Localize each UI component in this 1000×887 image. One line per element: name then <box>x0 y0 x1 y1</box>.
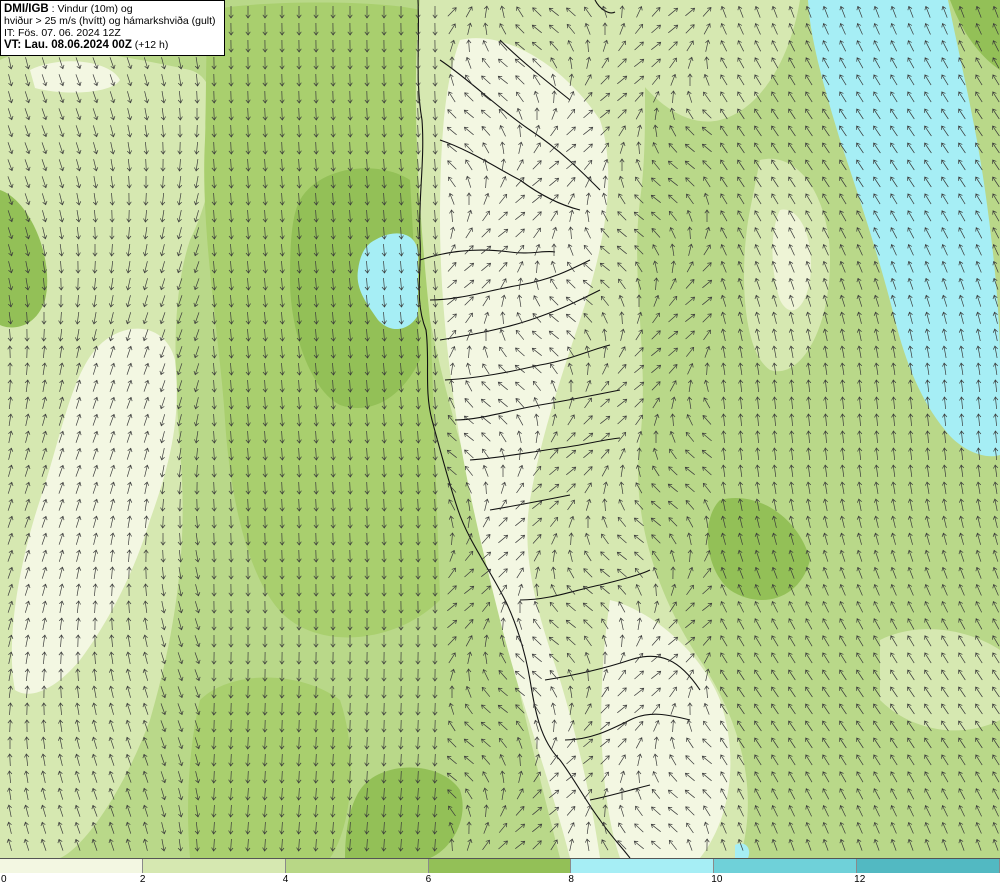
legend-swatch <box>714 859 858 874</box>
legend-tick-label: 8 <box>568 874 574 885</box>
title-text: : Vindur (10m) og <box>51 3 133 15</box>
legend-swatch <box>285 859 429 874</box>
legend-swatch <box>857 859 1000 874</box>
subtitle-line: hviður > 25 m/s (hvítt) og hámarkshviða … <box>4 15 216 27</box>
valid-time-line: VT: Lau. 08.06.2024 00Z (+12 h) <box>4 39 221 51</box>
legend-tick-label: 4 <box>282 874 289 885</box>
legend-tick-label: 2 <box>139 874 146 885</box>
legend-swatch <box>571 859 715 874</box>
title-line: DMI/IGB : Vindur (10m) og <box>4 3 221 15</box>
legend-tick-label: 12 <box>854 874 866 885</box>
wind-zone-fresh-southwest <box>188 677 351 858</box>
legend-swatch <box>0 859 143 874</box>
legend-tick-label: 10 <box>711 874 723 885</box>
valid-offset: (+12 h) <box>134 39 169 51</box>
map-info-box: DMI/IGB : Vindur (10m) og hviður > 25 m/… <box>0 0 225 56</box>
valid-time: VT: Lau. 08.06.2024 00Z <box>4 39 132 51</box>
legend-tick-labels: 0 2 4 6 8 10 12 <box>0 873 1000 887</box>
legend-swatch <box>142 859 286 874</box>
source-label: DMI/IGB <box>4 3 49 15</box>
legend-tick-label: 0 <box>1 874 7 885</box>
legend-swatch <box>428 859 572 874</box>
wind-map <box>0 0 1000 858</box>
init-time: IT: Fös. 07. 06. 2024 12Z <box>4 27 121 39</box>
legend-tick-label: 6 <box>425 874 432 885</box>
color-legend <box>0 858 1000 874</box>
